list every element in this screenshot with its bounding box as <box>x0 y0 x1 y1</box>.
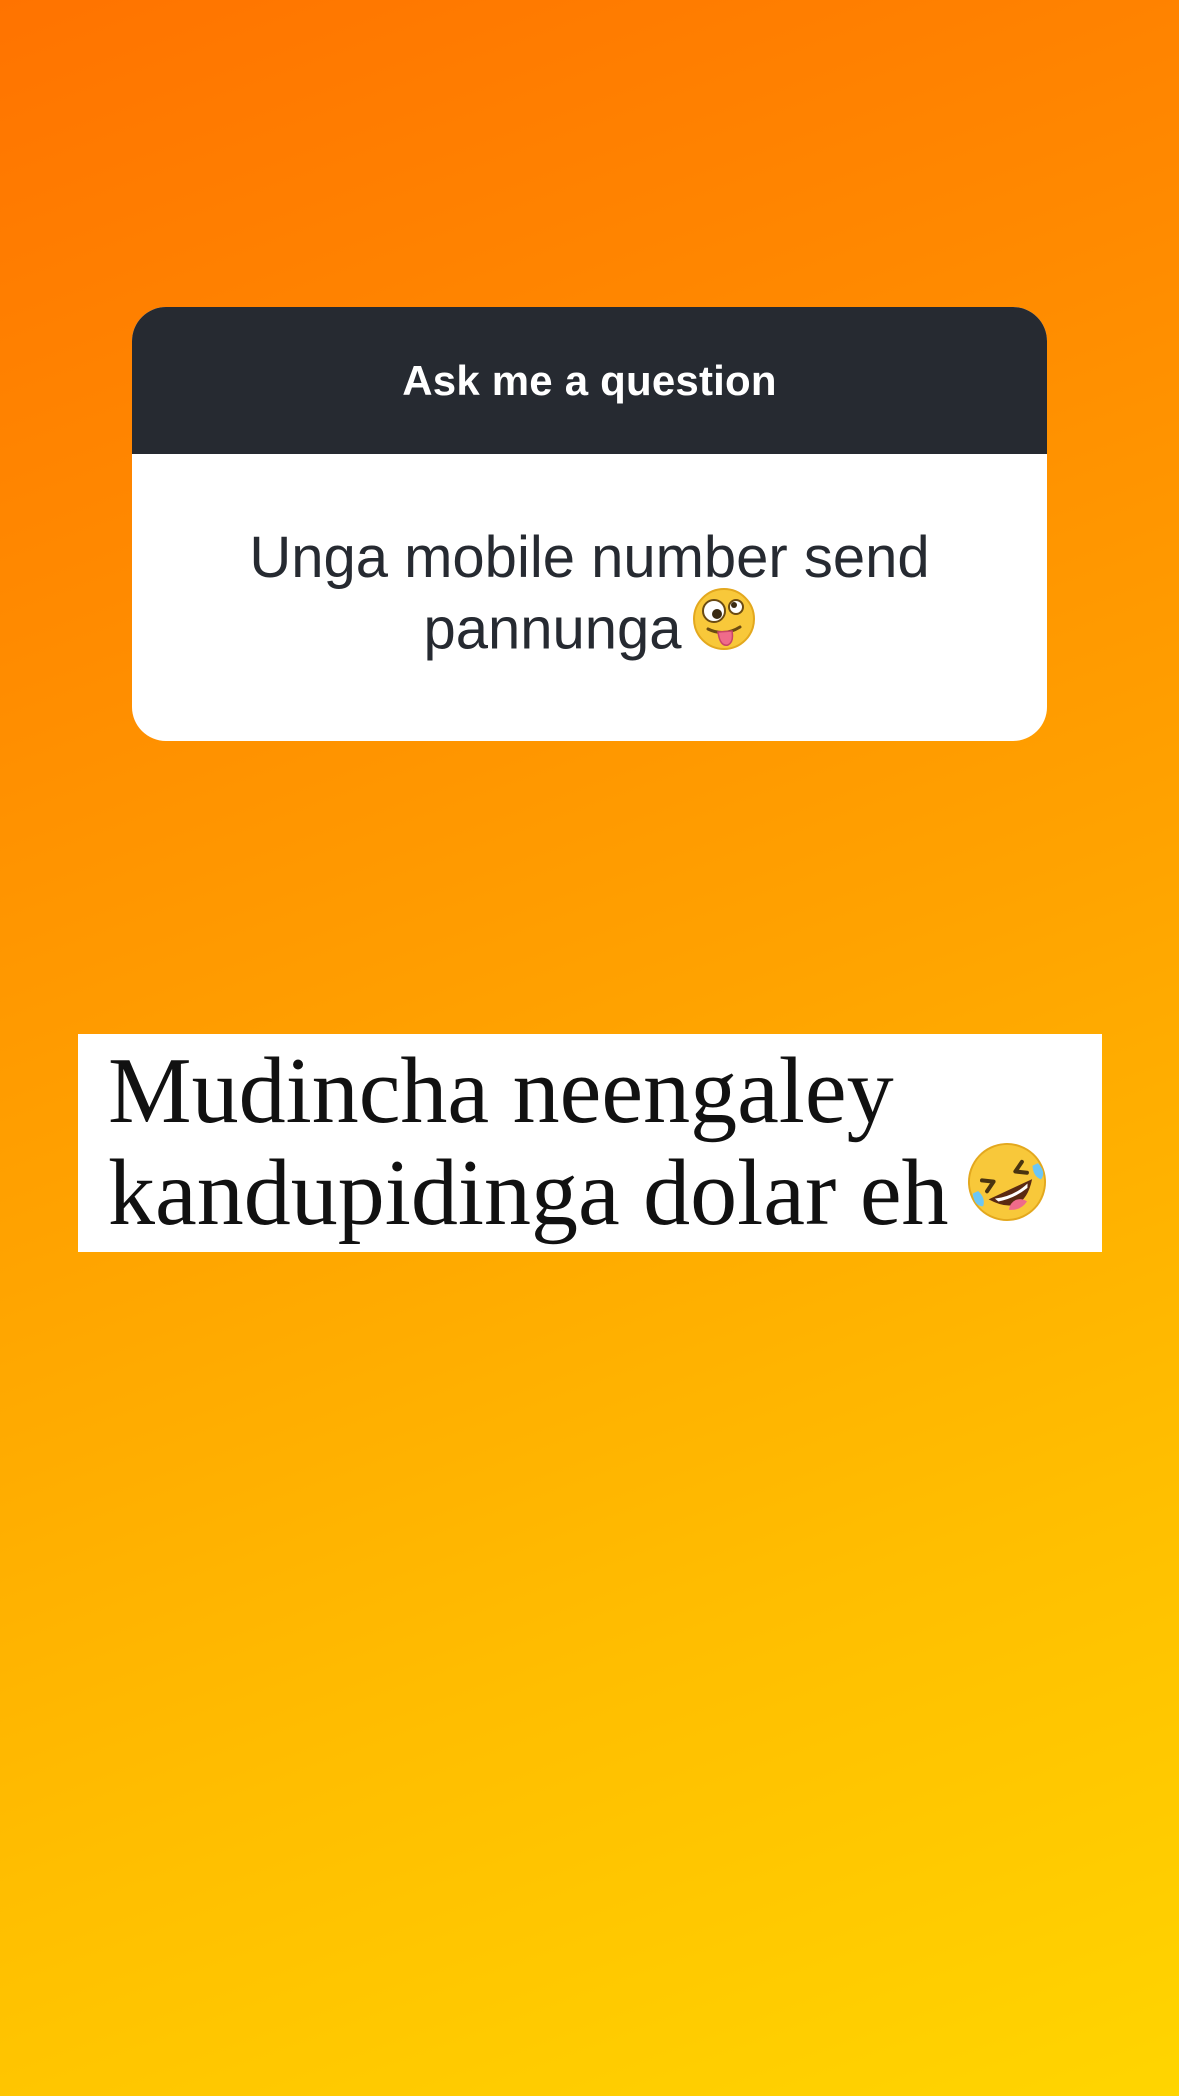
zany-face-icon <box>692 587 756 667</box>
answer-line-2: kandupidinga dolar eh <box>108 1141 949 1245</box>
answer-line-1: Mudincha neengaley <box>108 1039 894 1143</box>
question-sticker-title: Ask me a question <box>402 356 777 404</box>
answer-line-2-wrap: kandupidinga dolar eh <box>108 1142 1102 1256</box>
question-sticker[interactable]: Ask me a question Unga mobile number sen… <box>132 307 1047 741</box>
rolling-on-floor-laughing-icon <box>963 1138 1051 1246</box>
question-text: Unga mobile number send pannunga <box>249 524 930 661</box>
question-sticker-body: Unga mobile number send pannunga <box>132 454 1047 741</box>
question-sticker-header: Ask me a question <box>132 307 1047 454</box>
question-text-wrap: Unga mobile number send pannunga <box>202 523 977 673</box>
answer-text-box: Mudincha neengaley kandupidinga dolar eh <box>78 1034 1102 1252</box>
